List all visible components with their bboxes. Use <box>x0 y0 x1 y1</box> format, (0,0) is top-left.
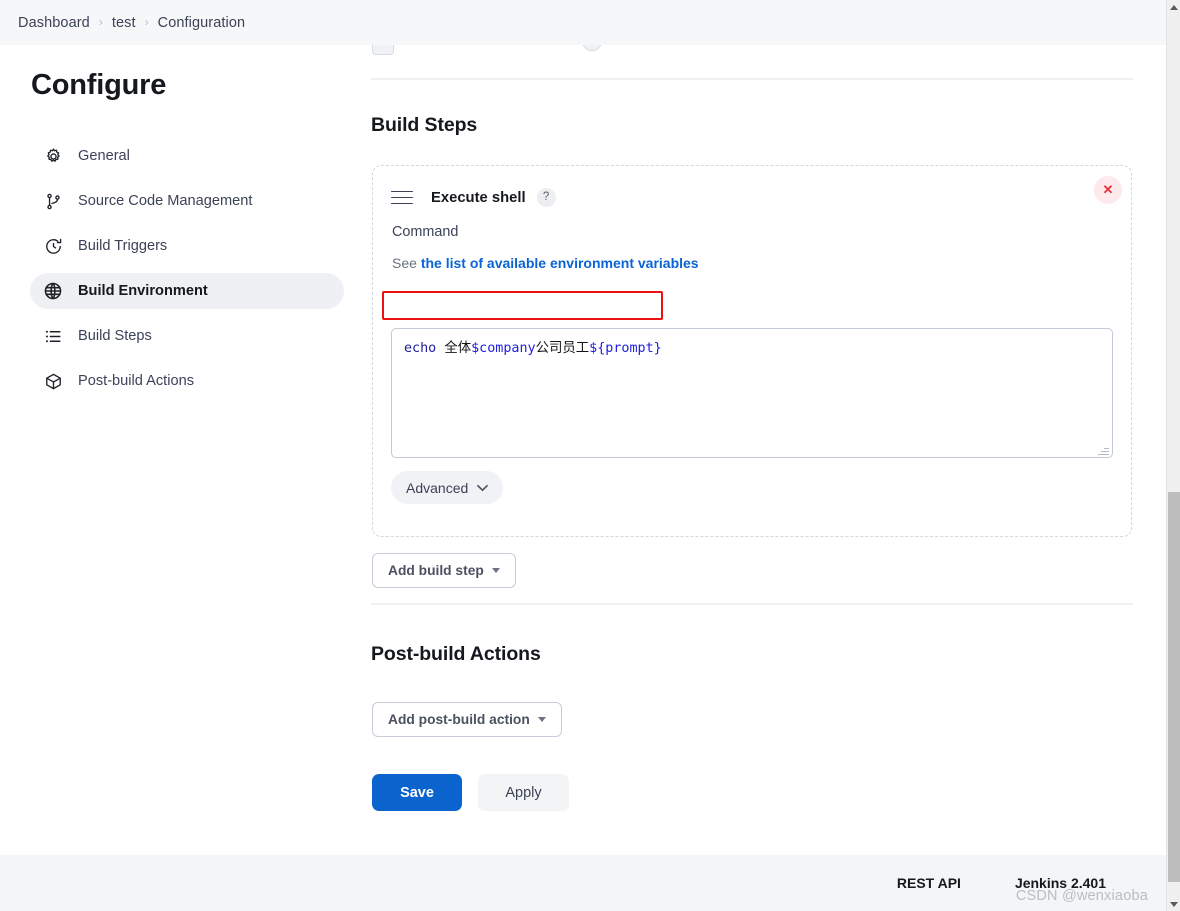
breadcrumb-item-test[interactable]: test <box>112 15 136 31</box>
advanced-button-label: Advanced <box>406 479 469 496</box>
build-step-panel: Execute shell ? ✕ Command See the list o… <box>372 165 1132 537</box>
rest-api-link[interactable]: REST API <box>897 875 961 891</box>
breadcrumb-item-configuration[interactable]: Configuration <box>158 15 246 31</box>
sidebar-item-post-build-actions[interactable]: Post-build Actions <box>30 363 344 399</box>
section-divider <box>371 603 1133 605</box>
sidebar-item-label: Build Steps <box>78 328 152 344</box>
build-step-header: Execute shell ? <box>391 188 556 207</box>
triangle-down-icon <box>1170 901 1178 907</box>
caret-down-icon <box>537 717 546 722</box>
build-step-title: Execute shell <box>431 189 526 206</box>
sidebar-item-label: Build Environment <box>78 283 208 299</box>
command-input-wrapper: echo 全体$company公司员工${prompt} <box>391 328 1113 458</box>
globe-icon <box>42 280 64 302</box>
close-icon[interactable]: ✕ <box>1094 176 1122 204</box>
chevron-down-icon <box>477 484 489 491</box>
hamburger-drag-icon[interactable] <box>391 190 413 205</box>
add-build-step-label: Add build step <box>388 563 484 578</box>
partial-checkbox-above <box>372 45 394 55</box>
environment-variables-link[interactable]: the list of available environment variab… <box>421 255 699 271</box>
section-divider <box>371 78 1133 80</box>
breadcrumb-separator-icon: › <box>98 14 103 29</box>
partial-checkbox-above <box>582 45 602 51</box>
breadcrumb: Dashboard › test › Configuration <box>0 0 1166 45</box>
package-icon <box>42 370 64 392</box>
apply-button[interactable]: Apply <box>478 774 569 811</box>
sidebar-item-label: General <box>78 148 130 164</box>
breadcrumb-separator-icon: › <box>144 14 149 29</box>
env-hint-prefix: See <box>392 255 417 271</box>
scroll-down-button[interactable] <box>1167 897 1180 911</box>
sidebar-item-label: Build Triggers <box>78 238 168 254</box>
gear-icon <box>42 145 64 167</box>
help-icon[interactable]: ? <box>536 188 556 207</box>
environment-variables-hint: See the list of available environment va… <box>392 255 699 271</box>
git-branch-icon <box>42 190 64 212</box>
sidebar-item-source-code-management[interactable]: Source Code Management <box>30 183 344 219</box>
page-scrollbar[interactable] <box>1166 0 1180 911</box>
sidebar-item-build-triggers[interactable]: Build Triggers <box>30 228 344 264</box>
page-root: Dashboard › test › Configuration Configu… <box>0 0 1166 911</box>
textarea-resize-handle-icon[interactable] <box>1098 444 1110 456</box>
command-input[interactable] <box>391 328 1113 458</box>
build-steps-heading: Build Steps <box>371 114 478 136</box>
add-build-step-button[interactable]: Add build step <box>372 553 516 588</box>
clock-icon <box>42 235 64 257</box>
breadcrumb-item-dashboard[interactable]: Dashboard <box>18 15 90 31</box>
post-build-actions-heading: Post-build Actions <box>371 643 541 665</box>
list-icon <box>42 325 64 347</box>
sidebar-item-build-steps[interactable]: Build Steps <box>30 318 344 354</box>
add-post-build-action-label: Add post-build action <box>388 712 530 727</box>
page-title: Configure <box>31 69 167 101</box>
scrollbar-thumb[interactable] <box>1168 492 1180 882</box>
sidebar-item-label: Post-build Actions <box>78 373 195 389</box>
sidebar: Configure General Source Code Management… <box>0 45 360 855</box>
triangle-up-icon <box>1170 4 1178 10</box>
footer: REST API Jenkins 2.401 <box>0 855 1166 911</box>
sidebar-item-general[interactable]: General <box>30 138 344 174</box>
save-button[interactable]: Save <box>372 774 462 811</box>
add-post-build-action-button[interactable]: Add post-build action <box>372 702 562 737</box>
watermark: CSDN @wenxiaoba <box>1015 888 1148 904</box>
command-label: Command <box>392 224 459 240</box>
advanced-button[interactable]: Advanced <box>391 471 504 504</box>
main-content: Build Steps Execute shell ? ✕ Command Se… <box>360 45 1166 855</box>
sidebar-item-label: Source Code Management <box>78 193 253 209</box>
caret-down-icon <box>491 568 500 573</box>
scroll-up-button[interactable] <box>1167 0 1180 14</box>
sidebar-item-build-environment[interactable]: Build Environment <box>30 273 344 309</box>
